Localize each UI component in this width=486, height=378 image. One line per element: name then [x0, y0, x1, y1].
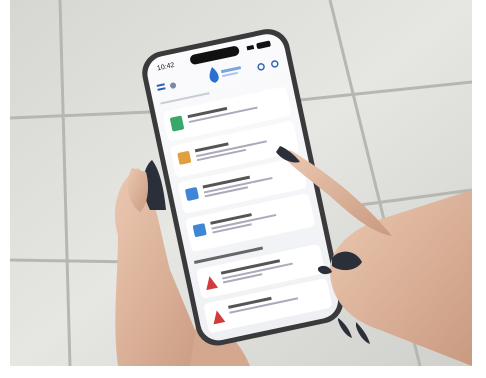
grid-icon [192, 223, 207, 237]
box-icon [185, 187, 199, 201]
folder-icon [177, 151, 192, 165]
photo-scene: 10:42 [0, 0, 486, 378]
photo-canvas: 10:42 [0, 0, 486, 378]
